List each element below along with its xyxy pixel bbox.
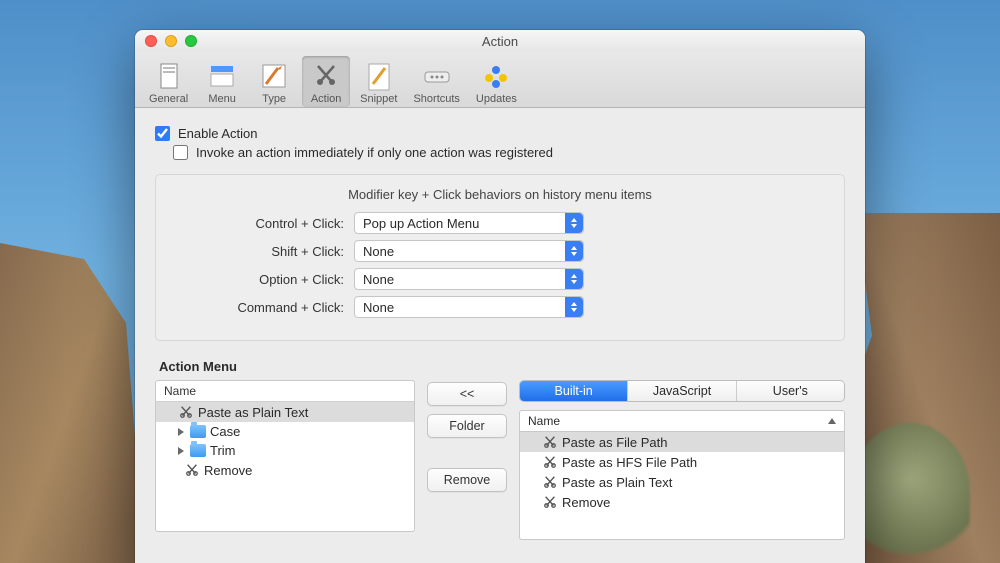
close-icon[interactable] (145, 35, 157, 47)
modifier-heading: Modifier key + Click behaviors on histor… (174, 187, 826, 202)
list-item-remove-right[interactable]: Remove (520, 492, 844, 512)
scissors-icon (184, 462, 200, 478)
chevron-updown-icon (565, 213, 583, 233)
shift-click-label: Shift + Click: (174, 244, 344, 259)
action-menu-heading: Action Menu (159, 359, 845, 374)
shortcuts-icon (421, 60, 453, 92)
list-item-hfs-path[interactable]: Paste as HFS File Path (520, 452, 844, 472)
tab-snippet[interactable]: Snippet (354, 56, 403, 107)
preferences-toolbar: General Menu Type Action Snippet Shortcu… (135, 52, 865, 108)
folder-icon (190, 444, 206, 457)
general-icon (153, 60, 185, 92)
option-click-select[interactable]: None (354, 268, 584, 290)
desktop-bush (850, 423, 970, 563)
scissors-icon (178, 404, 194, 420)
action-menu-panel: Name Paste as Plain Text Case Trim (155, 380, 415, 540)
tab-general[interactable]: General (143, 56, 194, 107)
folder-button[interactable]: Folder (427, 414, 507, 438)
right-name-column-header[interactable]: Name (519, 410, 845, 432)
invoke-immediately-checkbox[interactable] (173, 145, 188, 160)
back-button[interactable]: << (427, 382, 507, 406)
source-segmented-control: Built-in JavaScript User's (519, 380, 845, 402)
tab-shortcuts[interactable]: Shortcuts (407, 56, 465, 107)
chevron-updown-icon (565, 297, 583, 317)
available-actions-list[interactable]: Paste as File Path Paste as HFS File Pat… (519, 432, 845, 540)
scissors-icon (542, 494, 558, 510)
tab-action[interactable]: Action (302, 56, 350, 107)
list-item-case[interactable]: Case (156, 422, 414, 441)
menu-icon (206, 60, 238, 92)
control-click-select[interactable]: Pop up Action Menu (354, 212, 584, 234)
invoke-immediately-label: Invoke an action immediately if only one… (196, 145, 553, 160)
action-menu-list[interactable]: Paste as Plain Text Case Trim Rem (155, 402, 415, 532)
list-item-paste-plain[interactable]: Paste as Plain Text (156, 402, 414, 422)
preferences-window: Action General Menu Type Action Snippet … (135, 30, 865, 563)
action-icon (310, 60, 342, 92)
invoke-immediately-row: Invoke an action immediately if only one… (173, 145, 845, 160)
window-title: Action (135, 34, 865, 49)
scissors-icon (542, 454, 558, 470)
content-area: Enable Action Invoke an action immediate… (135, 108, 865, 558)
chevron-updown-icon (565, 241, 583, 261)
enable-action-checkbox[interactable] (155, 126, 170, 141)
traffic-lights (145, 35, 197, 47)
scissors-icon (542, 474, 558, 490)
lower-panels: Name Paste as Plain Text Case Trim (155, 380, 845, 540)
list-item-remove[interactable]: Remove (156, 460, 414, 480)
folder-icon (190, 425, 206, 438)
tab-updates[interactable]: Updates (470, 56, 523, 107)
type-icon (258, 60, 290, 92)
seg-javascript[interactable]: JavaScript (628, 381, 736, 401)
command-click-select[interactable]: None (354, 296, 584, 318)
zoom-icon[interactable] (185, 35, 197, 47)
tab-type[interactable]: Type (250, 56, 298, 107)
seg-builtin[interactable]: Built-in (520, 381, 628, 401)
remove-button[interactable]: Remove (427, 468, 507, 492)
titlebar[interactable]: Action (135, 30, 865, 52)
list-item-plain-right[interactable]: Paste as Plain Text (520, 472, 844, 492)
tab-menu[interactable]: Menu (198, 56, 246, 107)
left-name-column-header[interactable]: Name (155, 380, 415, 402)
modifier-section: Modifier key + Click behaviors on histor… (155, 174, 845, 341)
disclosure-triangle-icon[interactable] (178, 447, 184, 455)
list-item-trim[interactable]: Trim (156, 441, 414, 460)
sort-ascending-icon (828, 418, 836, 424)
minimize-icon[interactable] (165, 35, 177, 47)
available-actions-panel: Built-in JavaScript User's Name Paste as… (519, 380, 845, 540)
middle-buttons: << Folder Remove (427, 380, 507, 540)
enable-action-row: Enable Action (155, 126, 845, 141)
option-click-label: Option + Click: (174, 272, 344, 287)
list-item-file-path[interactable]: Paste as File Path (520, 432, 844, 452)
seg-users[interactable]: User's (737, 381, 844, 401)
command-click-label: Command + Click: (174, 300, 344, 315)
updates-icon (480, 60, 512, 92)
enable-action-label: Enable Action (178, 126, 258, 141)
disclosure-triangle-icon[interactable] (178, 428, 184, 436)
chevron-updown-icon (565, 269, 583, 289)
control-click-label: Control + Click: (174, 216, 344, 231)
shift-click-select[interactable]: None (354, 240, 584, 262)
scissors-icon (542, 434, 558, 450)
snippet-icon (363, 60, 395, 92)
